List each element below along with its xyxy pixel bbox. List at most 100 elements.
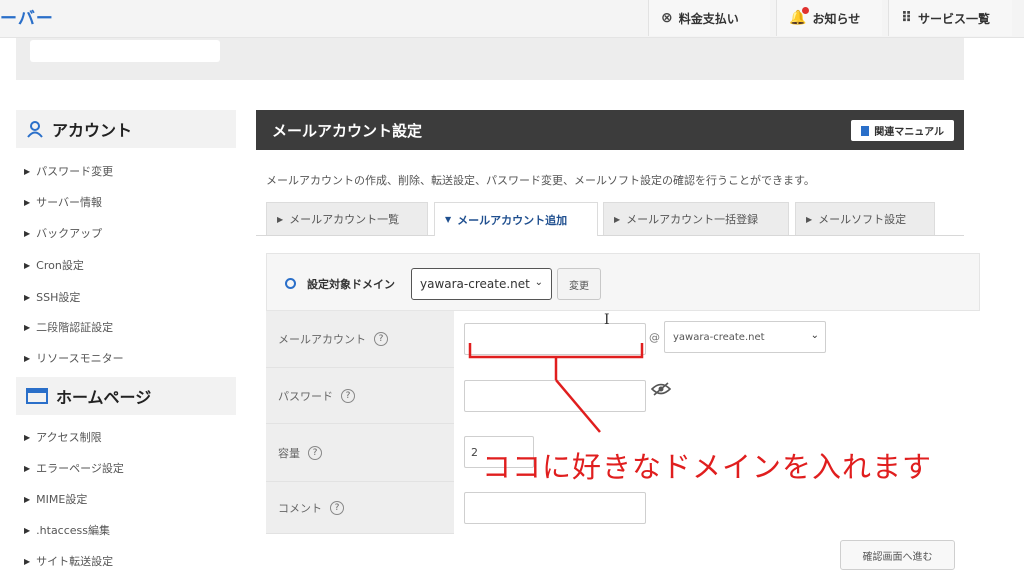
sidebar-item-password-change[interactable]: ▶ パスワード変更 — [24, 163, 113, 179]
sidebar-item-access-control[interactable]: ▶ アクセス制限 — [24, 429, 102, 445]
bell-icon: 🔔 — [789, 7, 810, 26]
sidebar-item-label: エラーページ設定 — [36, 462, 124, 475]
mail-domain-value: yawara-create.net — [673, 331, 765, 343]
mail-domain-select[interactable]: yawara-create.net ⌄ — [664, 321, 826, 353]
sidebar-item-ssh[interactable]: ▶ SSH設定 — [24, 289, 80, 305]
notifications-label: お知らせ — [812, 11, 861, 26]
comment-input[interactable] — [464, 492, 646, 524]
service-list-label: サービス一覧 — [917, 11, 990, 26]
sidebar-item-label: バックアップ — [36, 227, 103, 240]
sidebar-item-resource-monitor[interactable]: ▶ リソースモニター — [24, 350, 124, 366]
target-domain-value: yawara-create.net — [420, 277, 530, 291]
chevron-right-icon: ▶ — [24, 556, 31, 566]
sidebar-section-title: アカウント — [52, 121, 133, 140]
confirm-button[interactable]: 確認画面へ進む — [840, 540, 955, 570]
sidebar-item-mime[interactable]: ▶ MIME設定 — [24, 491, 87, 507]
page-title-text: メールアカウント設定 — [272, 121, 423, 140]
notifications-button[interactable]: 🔔 お知らせ — [776, 0, 882, 36]
help-icon[interactable]: ? — [374, 332, 388, 346]
help-icon[interactable]: ? — [330, 500, 344, 515]
chevron-right-icon: ▶ — [24, 197, 31, 207]
brand-logo[interactable]: ーバー — [0, 4, 54, 29]
chevron-right-icon: ▶ — [24, 463, 31, 473]
sidebar-item-backup[interactable]: ▶ バックアップ — [24, 225, 102, 241]
radio-icon[interactable] — [285, 278, 296, 289]
help-icon[interactable]: ? — [308, 445, 322, 460]
sidebar-item-label: SSH設定 — [36, 291, 81, 304]
top-bar: ーバー ⊗ 料金支払い 🔔 お知らせ ⠿ サービス一覧 — [0, 0, 1024, 38]
mail-account-input[interactable] — [464, 323, 646, 355]
tab-label: メールアカウント一覧 — [289, 213, 400, 226]
mail-account-label: メールアカウント ? — [266, 311, 454, 368]
chevron-right-icon: ▶ — [614, 214, 621, 224]
book-icon — [861, 125, 870, 136]
comment-label: コメント ? — [266, 482, 454, 534]
chevron-down-icon: ▼ — [445, 215, 452, 224]
help-icon[interactable]: ? — [341, 388, 355, 403]
mail-account-row: メールアカウント ? @ yawara-create.net ⌄ — [266, 311, 980, 368]
window-icon — [26, 388, 48, 404]
chevron-right-icon: ▶ — [277, 214, 284, 224]
page-description: メールアカウントの作成、削除、転送設定、パスワード変更、メールソフト設定の確認を… — [266, 174, 815, 187]
sidebar-item-label: 二段階認証設定 — [36, 321, 114, 334]
password-input[interactable] — [464, 380, 646, 412]
sidebar-item-site-redirect[interactable]: ▶ サイト転送設定 — [24, 553, 113, 569]
sidebar-section-title: ホームページ — [56, 388, 152, 407]
sidebar-item-error-page[interactable]: ▶ エラーページ設定 — [24, 460, 124, 476]
related-manual-label: 関連マニュアル — [874, 127, 944, 138]
chevron-right-icon: ▶ — [24, 322, 31, 332]
chevron-right-icon: ▶ — [806, 214, 813, 224]
tab-mail-software[interactable]: ▶ メールソフト設定 — [795, 202, 935, 235]
sidebar-item-label: .htaccess編集 — [36, 524, 111, 537]
service-list-button[interactable]: ⠿ サービス一覧 — [888, 0, 1012, 36]
change-button[interactable]: 変更 — [557, 268, 601, 300]
header-strip-box — [30, 40, 220, 62]
tab-mail-account-add[interactable]: ▼ メールアカウント追加 — [434, 202, 598, 236]
sidebar-section-homepage: ホームページ — [16, 377, 236, 415]
payment-button[interactable]: ⊗ 料金支払い — [648, 0, 770, 36]
payment-label: 料金支払い — [678, 11, 739, 26]
comment-row: コメント ? — [266, 482, 980, 534]
sidebar-item-server-info[interactable]: ▶ サーバー情報 — [24, 194, 102, 210]
chevron-right-icon: ▶ — [24, 260, 31, 270]
sidebar-item-label: サーバー情報 — [36, 196, 103, 209]
tab-mail-account-bulk[interactable]: ▶ メールアカウント一括登録 — [603, 202, 789, 235]
tabs-divider — [256, 235, 964, 236]
sidebar-item-label: サイト転送設定 — [36, 555, 114, 568]
chevron-right-icon: ▶ — [24, 432, 31, 442]
sidebar-item-label: リソースモニター — [36, 352, 124, 365]
chevron-right-icon: ▶ — [24, 494, 31, 504]
sidebar-item-2fa[interactable]: ▶ 二段階認証設定 — [24, 319, 113, 335]
sidebar-item-cron[interactable]: ▶ Cron設定 — [24, 257, 84, 273]
sidebar-item-label: パスワード変更 — [36, 165, 114, 178]
target-domain-row: 設定対象ドメイン yawara-create.net ⌄ 変更 — [266, 253, 980, 311]
tab-label: メールアカウント一括登録 — [626, 213, 759, 226]
at-sign: @ — [649, 331, 660, 344]
related-manual-button[interactable]: 関連マニュアル — [851, 120, 954, 141]
capacity-label: 容量 ? — [266, 424, 454, 482]
annotation-text: ココに好きなドメインを入れます — [482, 450, 933, 484]
sidebar-item-label: MIME設定 — [36, 493, 88, 506]
chevron-right-icon: ▶ — [24, 353, 31, 363]
eye-slash-icon[interactable] — [651, 382, 671, 396]
sidebar-section-account: アカウント — [16, 110, 236, 148]
chevron-down-icon: ⌄ — [534, 277, 543, 288]
page-title: メールアカウント設定 関連マニュアル — [256, 110, 964, 150]
field-label: パスワード — [278, 389, 333, 403]
chevron-right-icon: ▶ — [24, 525, 31, 535]
tab-mail-account-list[interactable]: ▶ メールアカウント一覧 — [266, 202, 428, 235]
text-cursor-icon: I — [604, 312, 610, 328]
chevron-right-icon: ▶ — [24, 228, 31, 238]
yen-circle-icon: ⊗ — [661, 10, 673, 26]
field-label: コメント — [278, 501, 322, 515]
grid-icon: ⠿ — [901, 10, 912, 26]
target-domain-select[interactable]: yawara-create.net ⌄ — [411, 268, 552, 300]
sidebar-item-label: Cron設定 — [36, 259, 84, 272]
sidebar-item-htaccess[interactable]: ▶ .htaccess編集 — [24, 522, 110, 538]
chevron-right-icon: ▶ — [24, 292, 31, 302]
field-label: メールアカウント — [278, 333, 366, 346]
field-label: 容量 — [278, 446, 300, 460]
password-label: パスワード ? — [266, 368, 454, 424]
tab-label: メールアカウント追加 — [457, 213, 568, 227]
chevron-right-icon: ▶ — [24, 166, 31, 176]
